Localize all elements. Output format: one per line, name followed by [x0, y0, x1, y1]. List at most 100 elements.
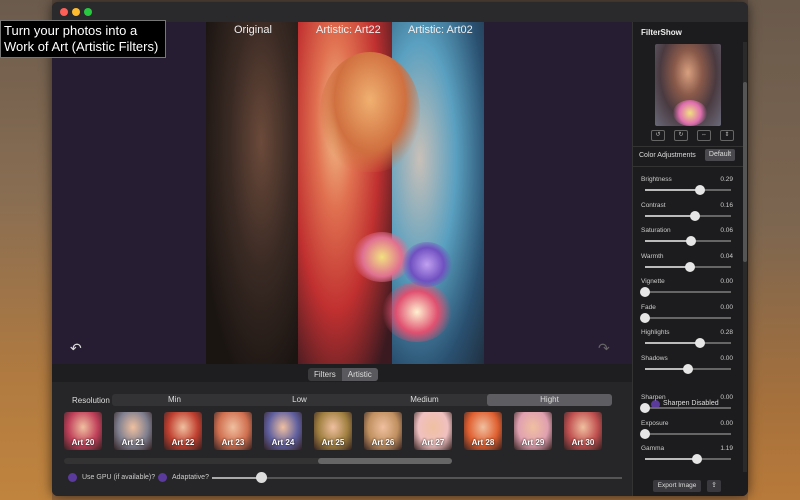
zoom-window-button[interactable] [84, 8, 92, 16]
adjustment-slider[interactable] [645, 210, 731, 221]
filter-thumbnail[interactable]: Art 27 [414, 412, 452, 450]
adjustment-value: 0.00 [720, 278, 733, 285]
divider [633, 166, 743, 167]
adjustment-name: Contrast [641, 201, 666, 209]
app-window: Original Artistic: Art22 Artistic: Art02… [52, 2, 748, 496]
scrollbar-thumb[interactable] [743, 82, 747, 262]
adjustment-slider[interactable] [645, 236, 731, 246]
slider-knob[interactable] [695, 338, 706, 348]
tab-filters[interactable]: Filters [308, 368, 342, 381]
resolution-hight[interactable]: Hight [487, 394, 612, 406]
adjustment-name: Vignette [641, 278, 665, 285]
flip-horizontal-icon[interactable]: ⇔ [697, 130, 711, 141]
adjustment-exposure: Exposure 0.00 [640, 419, 733, 444]
adjustment-gamma: Gamma 1.19 [641, 445, 733, 469]
slider-fill [645, 367, 688, 370]
adaptive-label: Adaptative? [172, 474, 209, 481]
slider-fill [212, 477, 262, 479]
adjustment-slider[interactable] [640, 312, 731, 323]
undo-icon[interactable]: ↶ [70, 340, 82, 357]
thumbnail-label: Art 24 [271, 438, 295, 447]
adjustment-value: 0.00 [720, 354, 733, 362]
resolution-low[interactable]: Low [237, 394, 362, 406]
color-adjustments-label: Color Adjustments [639, 152, 696, 159]
scrollbar-thumb[interactable] [318, 458, 452, 464]
adjustment-slider[interactable] [645, 454, 731, 464]
filter-thumbnail[interactable]: Art 26 [364, 412, 402, 450]
slider-knob[interactable] [640, 312, 650, 323]
adjustment-vignette: Vignette 0.00 [640, 278, 733, 302]
rotate-right-icon[interactable]: ↻ [674, 130, 688, 141]
slider-fill [645, 214, 695, 217]
thumbnail-label: Art 29 [521, 438, 545, 447]
promo-line-2: Work of Art (Artistic Filters) [4, 39, 159, 54]
filter-thumbnail[interactable]: Art 30 [564, 412, 602, 450]
filter-thumbnail[interactable]: Art 21 [114, 412, 152, 450]
strength-slider[interactable] [212, 472, 622, 483]
adjustment-slider[interactable] [640, 287, 731, 297]
slider-knob[interactable] [640, 428, 650, 439]
rotate-left-icon[interactable]: ↺ [651, 130, 665, 141]
thumbnail-label: Art 25 [321, 438, 345, 447]
filter-thumbnail[interactable]: Art 22 [164, 412, 202, 450]
desktop-background-right [748, 0, 800, 500]
adjustment-fade: Fade 0.00 [640, 304, 733, 328]
adjustment-name: Saturation [641, 227, 671, 234]
adjustment-slider[interactable] [640, 403, 731, 413]
slider-knob[interactable] [689, 210, 700, 221]
slider-knob[interactable] [640, 403, 650, 413]
gpu-checkbox[interactable] [68, 473, 77, 482]
close-window-button[interactable] [60, 8, 68, 16]
adjustment-name: Sharpen [641, 394, 666, 401]
slider-knob[interactable] [684, 261, 695, 272]
adaptive-checkbox[interactable] [158, 473, 167, 482]
adjustment-slider[interactable] [640, 428, 731, 439]
filter-thumbnail[interactable]: Art 29 [514, 412, 552, 450]
adjustment-shadows: Shadows 0.00 [641, 355, 733, 379]
preview-flower [673, 100, 707, 126]
promo-line-1: Turn your photos into a [4, 23, 138, 38]
redo-icon[interactable]: ↷ [598, 340, 610, 357]
flower-decoration [402, 242, 452, 287]
filter-thumbnail[interactable]: Art 25 [314, 412, 352, 450]
export-image-button[interactable]: Export Image [653, 480, 701, 492]
slider-fill [645, 240, 691, 242]
default-button[interactable]: Default [705, 149, 735, 161]
thumbnail-label: Art 22 [171, 438, 195, 447]
minimize-window-button[interactable] [72, 8, 80, 16]
adjustment-slider[interactable] [645, 185, 731, 195]
share-icon[interactable]: ⇪ [707, 480, 721, 492]
adjustment-brightness: Brightness 0.29 [641, 176, 733, 200]
adjustment-sharpen: Sharpen 0.00 [640, 394, 733, 418]
flip-vertical-icon[interactable]: ⇕ [720, 130, 734, 141]
promo-caption: Turn your photos into a Work of Art (Art… [0, 20, 166, 58]
filter-thumbnail[interactable]: Art 23 [214, 412, 252, 450]
adjustment-name: Warmth [641, 252, 664, 260]
resolution-medium[interactable]: Medium [362, 394, 487, 406]
filter-thumbnail[interactable]: Art 24 [264, 412, 302, 450]
adjustment-warmth: Warmth 0.04 [641, 253, 733, 277]
adjustment-contrast: Contrast 0.16 [641, 202, 733, 226]
slider-knob[interactable] [685, 236, 696, 246]
panel-scrollbar[interactable] [743, 42, 747, 472]
tab-artistic[interactable]: Artistic [341, 368, 378, 381]
adjustment-slider[interactable] [645, 338, 731, 348]
slider-knob[interactable] [691, 454, 702, 464]
slider-knob[interactable] [683, 363, 693, 374]
adjustment-slider[interactable] [645, 363, 731, 374]
resolution-min[interactable]: Min [112, 394, 237, 406]
filter-thumbnail[interactable]: Art 28 [464, 412, 502, 450]
adjustment-name: Gamma [641, 445, 665, 452]
slider-knob[interactable] [695, 185, 706, 195]
adjustment-name: Exposure [641, 419, 669, 427]
flower-decoration [382, 282, 452, 342]
desktop-background-left [0, 0, 52, 500]
adjustment-name: Highlights [641, 329, 670, 336]
adjustment-value: 0.29 [720, 176, 733, 183]
thumbnail-label: Art 28 [471, 438, 495, 447]
filter-thumbnail[interactable]: Art 20 [64, 412, 102, 450]
adjustment-slider[interactable] [645, 261, 731, 272]
slider-knob[interactable] [640, 287, 650, 297]
art22-label: Artistic: Art22 [316, 24, 381, 36]
thumbnail-scrollbar[interactable] [64, 458, 452, 464]
